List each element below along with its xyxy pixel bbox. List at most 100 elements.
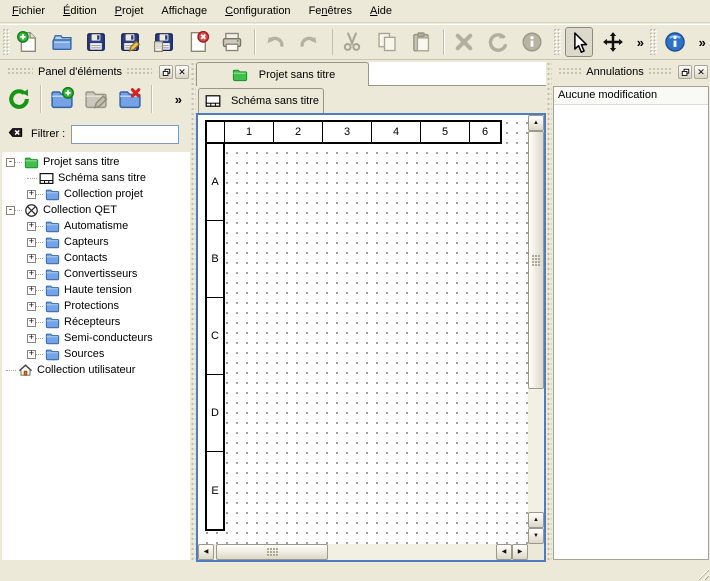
tree-item-label: Collection QET (43, 204, 120, 216)
arrow-up-icon: ▲ (533, 517, 539, 523)
row-header-cell: D (207, 375, 223, 452)
menu-affichage[interactable]: Affichage (152, 1, 216, 21)
undo-list-item[interactable]: Aucune modification (554, 87, 708, 105)
horizontal-scroll-thumb[interactable] (216, 544, 328, 560)
schema-canvas[interactable]: 123456 ABCDE (198, 115, 528, 544)
tree-item[interactable]: +Semi-conducteurs (2, 330, 190, 346)
elements-panel-titlebar[interactable]: Panel d'éléments ✕ (3, 64, 189, 80)
open-project-button[interactable] (48, 27, 76, 57)
window-resize-grip[interactable] (696, 567, 709, 580)
close-dock-button[interactable]: ✕ (175, 65, 189, 79)
vertical-scrollbar[interactable]: ▲ ▲ ▼ (528, 115, 544, 544)
toolbar-separator (254, 29, 256, 55)
tree-item[interactable]: +Sources (2, 346, 190, 362)
expand-branch-icon[interactable]: + (27, 286, 36, 295)
reload-button[interactable] (4, 84, 34, 114)
toolbar-handle[interactable] (554, 29, 561, 55)
scroll-up-button-2[interactable]: ▲ (528, 512, 544, 528)
tree-item[interactable]: +Collection projet (2, 186, 190, 202)
delete-button[interactable] (450, 27, 478, 57)
dock-grip-texture (127, 68, 152, 76)
redo-button[interactable] (295, 27, 323, 57)
save-all-button[interactable] (150, 27, 178, 57)
toolbar-extension-button[interactable]: » (171, 92, 186, 107)
expand-branch-icon[interactable]: + (27, 334, 36, 343)
tab-schema[interactable]: Schéma sans titre (198, 88, 324, 113)
expand-branch-icon[interactable]: + (27, 350, 36, 359)
paste-button[interactable] (407, 27, 435, 57)
element-info-button[interactable] (518, 27, 546, 57)
about-info-button[interactable] (661, 27, 689, 57)
undo-panel-titlebar[interactable]: Annulations ✕ (554, 64, 708, 80)
tree-item[interactable]: +Capteurs (2, 234, 190, 250)
delete-category-button[interactable] (115, 84, 145, 114)
float-dock-button[interactable] (678, 65, 692, 79)
cut-button[interactable] (338, 27, 366, 57)
filter-input[interactable] (71, 125, 179, 144)
project-folder-icon (232, 67, 248, 83)
save-as-button[interactable] (116, 27, 144, 57)
scroll-up-button[interactable]: ▲ (528, 115, 544, 131)
project-tabbar: Projet sans titre (196, 62, 546, 86)
qelectrotech-window: { "colors": { "window_bg": "#ece9d8", "f… (0, 0, 710, 581)
toolbar-handle[interactable] (3, 29, 10, 55)
collapse-branch-icon[interactable]: - (6, 158, 15, 167)
tree-item-label: Projet sans titre (43, 156, 122, 168)
print-button[interactable] (218, 27, 246, 57)
clear-filter-icon (7, 125, 24, 143)
horizontal-scrollbar[interactable]: ◀ ◀ ▶ (198, 544, 528, 560)
rotate-button[interactable] (484, 27, 512, 57)
tree-item[interactable]: - Collection QET (2, 202, 190, 218)
menu-fenetres[interactable]: Fenêtres (300, 1, 361, 21)
edit-category-button[interactable] (81, 84, 111, 114)
scroll-right-button[interactable]: ▶ (512, 544, 528, 560)
tab-project[interactable]: Projet sans titre (196, 62, 369, 86)
new-document-button[interactable] (14, 27, 42, 57)
tree-item[interactable]: +Contacts (2, 250, 190, 266)
tree-item[interactable]: +Protections (2, 298, 190, 314)
tree-item[interactable]: Collection utilisateur (2, 362, 190, 378)
expand-branch-icon[interactable]: + (27, 302, 36, 311)
right-splitter-handle[interactable] (546, 62, 552, 562)
menu-fichier[interactable]: Fichier (3, 1, 54, 21)
new-category-button[interactable] (47, 84, 77, 114)
open-project-icon (51, 31, 73, 53)
undo-button[interactable] (261, 27, 289, 57)
tree-item[interactable]: Schéma sans titre (2, 170, 190, 186)
scroll-left-button-2[interactable]: ◀ (496, 544, 512, 560)
tree-item[interactable]: +Automatisme (2, 218, 190, 234)
select-arrow-button[interactable] (565, 27, 593, 57)
expand-branch-icon[interactable]: + (27, 254, 36, 263)
toolbar-extension-button[interactable]: » (633, 35, 648, 50)
expand-branch-icon[interactable]: + (27, 318, 36, 327)
collapse-branch-icon[interactable]: - (6, 206, 15, 215)
scroll-left-button[interactable]: ◀ (198, 544, 214, 560)
expand-branch-icon[interactable]: + (27, 190, 36, 199)
folder-blue-icon (45, 219, 60, 234)
scroll-down-button[interactable]: ▼ (528, 528, 544, 544)
toolbar-extension-button[interactable]: » (695, 35, 710, 50)
menu-configuration[interactable]: Configuration (216, 1, 299, 21)
vertical-scroll-thumb[interactable] (528, 131, 544, 389)
move-icon (602, 31, 624, 53)
float-dock-button[interactable] (159, 65, 173, 79)
header-corner-cell (207, 122, 225, 142)
menu-edition[interactable]: Édition (54, 1, 106, 21)
copy-button[interactable] (373, 27, 401, 57)
expand-branch-icon[interactable]: + (27, 238, 36, 247)
save-button[interactable] (82, 27, 110, 57)
tree-item[interactable]: - Projet sans titre (2, 154, 190, 170)
move-button[interactable] (599, 27, 627, 57)
close-dock-button[interactable]: ✕ (694, 65, 708, 79)
expand-branch-icon[interactable]: + (27, 270, 36, 279)
tree-item[interactable]: +Haute tension (2, 282, 190, 298)
menu-aide[interactable]: Aide (361, 1, 401, 21)
menu-projet[interactable]: Projet (106, 1, 153, 21)
tree-item[interactable]: +Convertisseurs (2, 266, 190, 282)
toolbar-handle[interactable] (650, 29, 657, 55)
expand-branch-icon[interactable]: + (27, 222, 36, 231)
tree-item[interactable]: +Récepteurs (2, 314, 190, 330)
tree-connector-line (36, 258, 43, 259)
clear-filter-button[interactable] (7, 126, 25, 142)
close-document-button[interactable] (184, 27, 212, 57)
